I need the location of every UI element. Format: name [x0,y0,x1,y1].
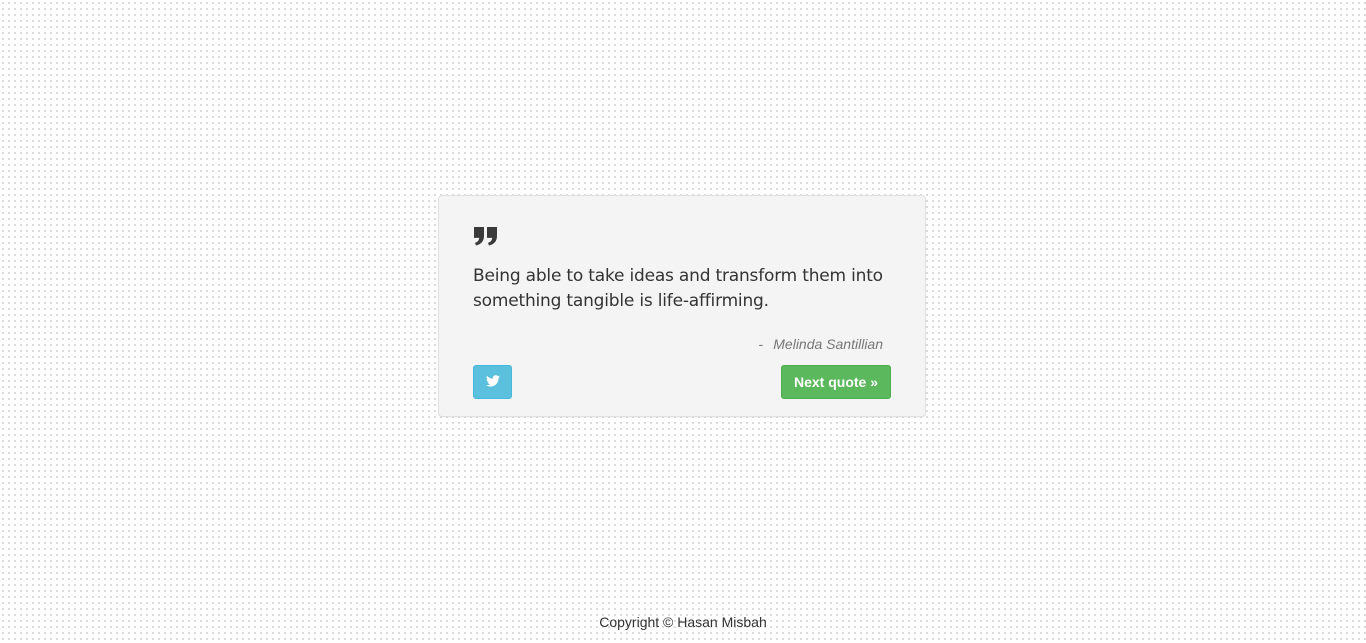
quote-right-icon [473,226,501,250]
quote-author: - Melinda Santillian [759,336,883,352]
next-quote-button[interactable]: Next quote » [780,365,891,399]
twitter-icon [485,374,500,390]
quote-card: Being able to take ideas and transform t… [438,195,926,417]
footer-copyright: Copyright © Hasan Misbah [599,614,767,630]
tweet-button[interactable] [473,365,512,399]
quote-text: Being able to take ideas and transform t… [473,266,883,311]
author-prefix: - [758,336,764,352]
author-name: Melinda Santillian [773,336,883,352]
